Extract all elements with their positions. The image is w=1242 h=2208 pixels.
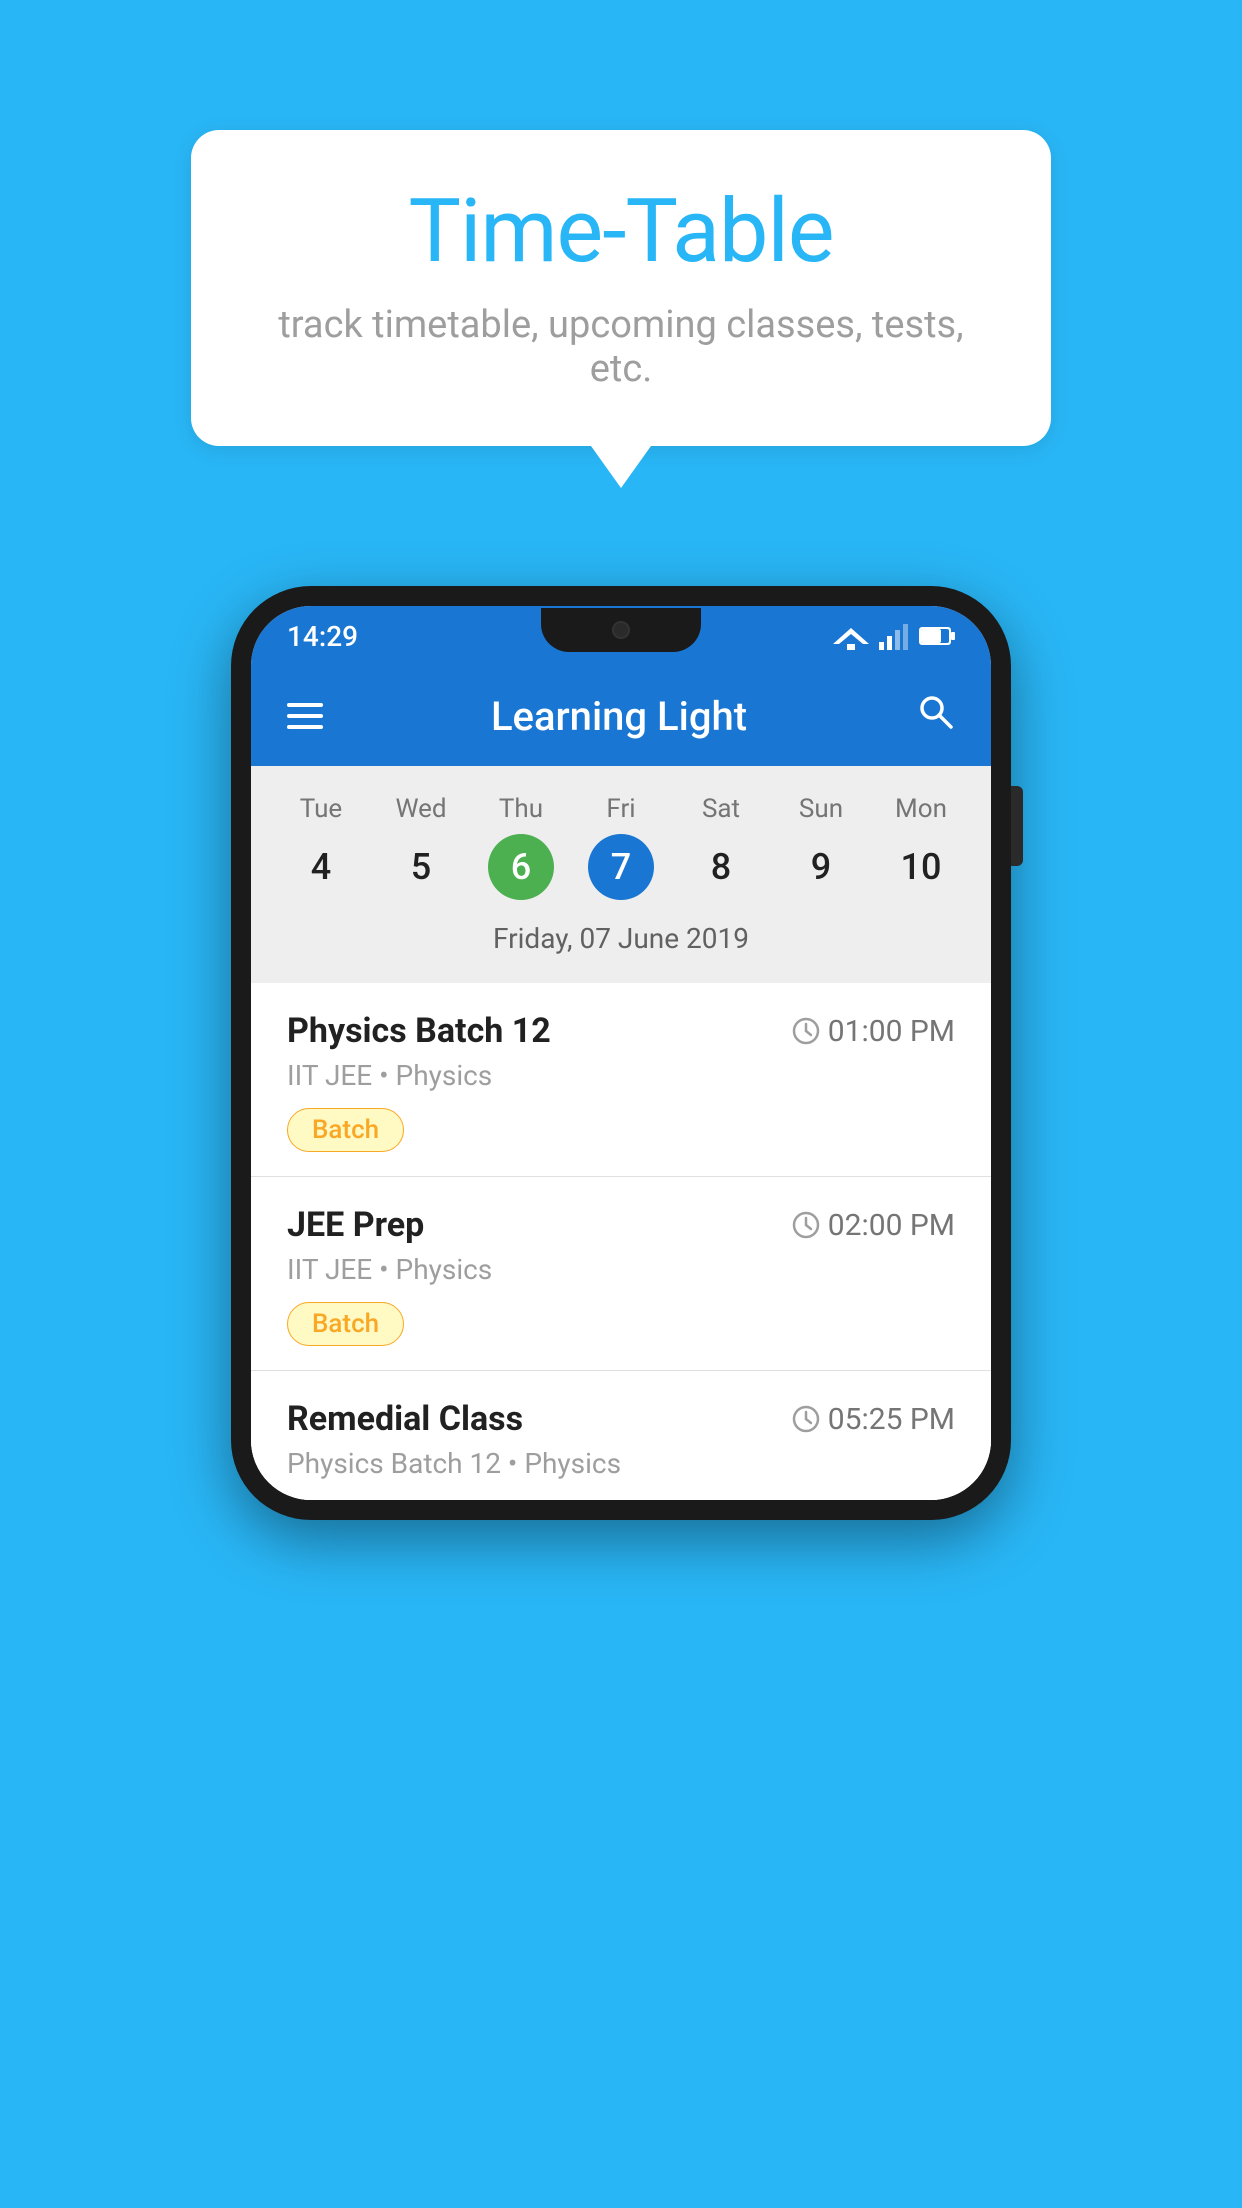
clock-icon-1 xyxy=(792,1017,820,1045)
status-time: 14:29 xyxy=(287,620,358,653)
search-icon[interactable] xyxy=(915,691,955,741)
day-label-thu: Thu xyxy=(499,794,543,824)
schedule-title-1: Physics Batch 12 xyxy=(287,1011,551,1051)
phone-container: 14:29 xyxy=(231,586,1011,1520)
clock-icon-2 xyxy=(792,1211,820,1239)
schedule-time-1: 01:00 PM xyxy=(792,1014,955,1049)
schedule-time-text-2: 02:00 PM xyxy=(828,1208,955,1243)
day-col-sat[interactable]: Sat 8 xyxy=(676,794,766,900)
day-label-wed: Wed xyxy=(395,794,446,824)
day-label-tue: Tue xyxy=(300,794,342,824)
day-col-thu[interactable]: Thu 6 xyxy=(476,794,566,900)
camera-dot xyxy=(612,621,630,639)
calendar-section: Tue 4 Wed 5 Thu 6 Fri 7 xyxy=(251,766,991,983)
day-col-wed[interactable]: Wed 5 xyxy=(376,794,466,900)
phone-notch xyxy=(541,608,701,652)
schedule-subtitle-1: IIT JEE • Physics xyxy=(287,1059,955,1092)
days-of-week: Tue 4 Wed 5 Thu 6 Fri 7 xyxy=(251,786,991,908)
day-label-sun: Sun xyxy=(799,794,843,824)
app-bar-title: Learning Light xyxy=(491,693,747,740)
day-col-mon[interactable]: Mon 10 xyxy=(876,794,966,900)
batch-tag-2: Batch xyxy=(287,1302,404,1346)
schedule-item-2[interactable]: JEE Prep 02:00 PM IIT JEE • Physics Batc… xyxy=(251,1177,991,1371)
day-number-mon: 10 xyxy=(888,834,954,900)
schedule-time-3: 05:25 PM xyxy=(792,1402,955,1437)
schedule-item-2-header: JEE Prep 02:00 PM xyxy=(287,1205,955,1245)
day-label-fri: Fri xyxy=(606,794,635,824)
app-bar: Learning Light xyxy=(251,666,991,766)
day-col-tue[interactable]: Tue 4 xyxy=(276,794,366,900)
schedule-item-3[interactable]: Remedial Class 05:25 PM Physics Batch 12… xyxy=(251,1371,991,1500)
schedule-item-1[interactable]: Physics Batch 12 01:00 PM IIT JEE • Phys… xyxy=(251,983,991,1177)
schedule-item-3-header: Remedial Class 05:25 PM xyxy=(287,1399,955,1439)
day-number-fri: 7 xyxy=(588,834,654,900)
signal-icon xyxy=(879,622,909,650)
side-button xyxy=(1011,786,1023,866)
schedule-time-text-3: 05:25 PM xyxy=(828,1402,955,1437)
battery-icon xyxy=(919,625,955,647)
phone-frame: 14:29 xyxy=(231,586,1011,1520)
day-label-sat: Sat xyxy=(702,794,740,824)
status-icons xyxy=(833,622,955,650)
phone-screen: 14:29 xyxy=(251,606,991,1500)
schedule-subtitle-2: IIT JEE • Physics xyxy=(287,1253,955,1286)
speech-bubble: Time-Table track timetable, upcoming cla… xyxy=(191,130,1051,446)
speech-bubble-area: Time-Table track timetable, upcoming cla… xyxy=(0,0,1242,486)
schedule-item-1-header: Physics Batch 12 01:00 PM xyxy=(287,1011,955,1051)
day-number-sat: 8 xyxy=(688,834,754,900)
day-col-sun[interactable]: Sun 9 xyxy=(776,794,866,900)
day-col-fri[interactable]: Fri 7 xyxy=(576,794,666,900)
day-label-mon: Mon xyxy=(895,794,947,824)
selected-date-label: Friday, 07 June 2019 xyxy=(251,908,991,973)
schedule-time-2: 02:00 PM xyxy=(792,1208,955,1243)
batch-tag-1: Batch xyxy=(287,1108,404,1152)
day-number-sun: 9 xyxy=(788,834,854,900)
schedule-title-2: JEE Prep xyxy=(287,1205,424,1245)
day-number-tue: 4 xyxy=(288,834,354,900)
day-number-thu: 6 xyxy=(488,834,554,900)
schedule-subtitle-3: Physics Batch 12 • Physics xyxy=(287,1447,955,1480)
schedule-time-text-1: 01:00 PM xyxy=(828,1014,955,1049)
clock-icon-3 xyxy=(792,1405,820,1433)
wifi-icon xyxy=(833,622,869,650)
hamburger-menu-icon[interactable] xyxy=(287,703,323,729)
day-number-wed: 5 xyxy=(388,834,454,900)
schedule-list: Physics Batch 12 01:00 PM IIT JEE • Phys… xyxy=(251,983,991,1500)
speech-bubble-subtitle: track timetable, upcoming classes, tests… xyxy=(251,303,991,391)
speech-bubble-title: Time-Table xyxy=(251,180,991,283)
schedule-title-3: Remedial Class xyxy=(287,1399,523,1439)
